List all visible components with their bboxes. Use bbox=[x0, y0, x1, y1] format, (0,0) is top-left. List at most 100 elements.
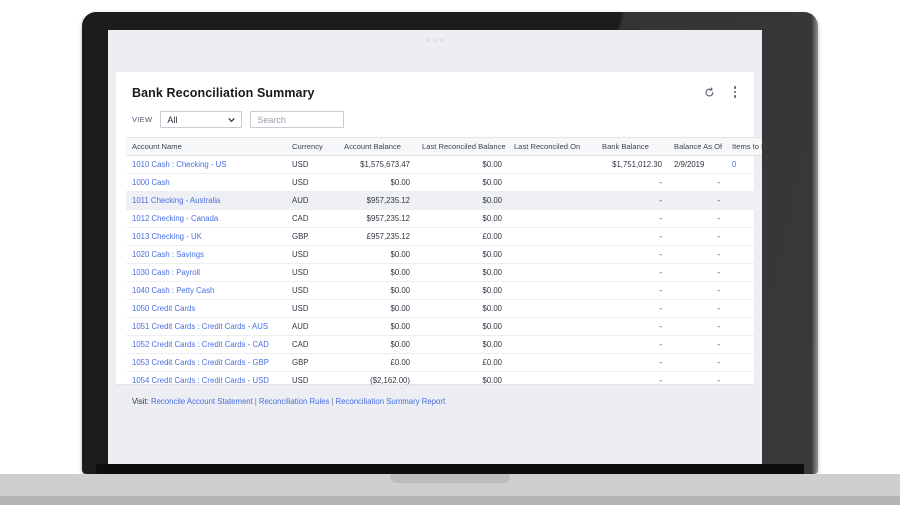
cell-items-to-match: - bbox=[726, 371, 762, 390]
cell-balance-as-of-text: - bbox=[717, 214, 720, 223]
cell-currency-text: CAD bbox=[292, 214, 309, 223]
cell-currency-text: AUD bbox=[292, 322, 309, 331]
cell-account-name-text[interactable]: 1054 Credit Cards : Credit Cards - USD bbox=[132, 376, 269, 385]
cell-currency: USD bbox=[286, 173, 338, 192]
cell-account-name-text[interactable]: 1013 Checking - UK bbox=[132, 232, 202, 241]
cell-account-name[interactable]: 1054 Credit Cards : Credit Cards - USD bbox=[126, 371, 286, 390]
table-row[interactable]: 1053 Credit Cards : Credit Cards - GBP GB… bbox=[126, 353, 762, 372]
table-header-row: Account Name Currency Account Balance La… bbox=[126, 137, 762, 156]
cell-account-balance: $0.00 bbox=[338, 173, 416, 192]
cell-account-name-text[interactable]: 1000 Cash bbox=[132, 178, 170, 187]
cell-last-reconciled-on bbox=[508, 371, 596, 390]
col-last-reconciled-on[interactable]: Last Reconciled On bbox=[508, 137, 596, 156]
cell-items-to-match[interactable]: 0 bbox=[726, 155, 762, 174]
col-last-reconciled-balance[interactable]: Last Reconciled Balance bbox=[416, 137, 508, 156]
cell-currency: GBP bbox=[286, 227, 338, 246]
cell-bank-balance: - bbox=[596, 299, 668, 318]
cell-bank-balance-text: - bbox=[659, 304, 662, 313]
table-row[interactable]: 1000 CashUSD$0.00$0.00--- bbox=[126, 173, 762, 192]
cell-balance-as-of: 2/9/2019 bbox=[668, 155, 726, 174]
table-row[interactable]: 1050 Credit CardsUSD$0.00$0.00--- bbox=[126, 299, 762, 318]
cell-account-name[interactable]: 1020 Cash : Savings bbox=[126, 245, 286, 264]
cell-balance-as-of-text: - bbox=[717, 196, 720, 205]
cell-account-name[interactable]: 1000 Cash bbox=[126, 173, 286, 192]
cell-account-name[interactable]: 1053 Credit Cards : Credit Cards - GBP bbox=[126, 353, 286, 372]
cell-account-balance-text: $0.00 bbox=[390, 340, 410, 349]
col-items-to-match[interactable]: Items to Match bbox=[726, 137, 762, 156]
cell-account-name[interactable]: 1040 Cash : Petty Cash bbox=[126, 281, 286, 300]
cell-balance-as-of-text: 2/9/2019 bbox=[674, 160, 705, 169]
cell-items-to-match: - bbox=[726, 173, 762, 192]
cell-account-name-text[interactable]: 1053 Credit Cards : Credit Cards - GBP bbox=[132, 358, 269, 367]
cell-account-name[interactable]: 1050 Credit Cards bbox=[126, 299, 286, 318]
cell-currency: USD bbox=[286, 263, 338, 282]
cell-currency: USD bbox=[286, 299, 338, 318]
table-row[interactable]: 1012 Checking - Canada CAD $957,235.12 $0.0… bbox=[126, 209, 762, 228]
cell-last-reconciled-on bbox=[508, 299, 596, 318]
cell-account-name-text[interactable]: 1050 Credit Cards bbox=[132, 304, 195, 313]
link-reconciliation-rules[interactable]: Reconciliation Rules bbox=[259, 397, 330, 406]
cell-balance-as-of: - bbox=[668, 281, 726, 300]
cell-account-balance: $0.00 bbox=[338, 317, 416, 336]
header-actions bbox=[702, 84, 742, 100]
cell-last-reconciled-balance: $0.00 bbox=[416, 245, 508, 264]
cell-account-name[interactable]: 1012 Checking - Canada bbox=[126, 209, 286, 228]
view-select[interactable]: All bbox=[160, 111, 243, 128]
cell-account-name[interactable]: 1052 Credit Cards : Credit Cards - CAD bbox=[126, 335, 286, 354]
kebab-menu-icon[interactable] bbox=[728, 84, 742, 100]
cell-account-name-text[interactable]: 1030 Cash : Payroll bbox=[132, 268, 200, 277]
table-row[interactable]: 1013 Checking - UKGBP£957,235.12£0.00--- bbox=[126, 227, 762, 246]
cell-last-reconciled-balance-text: $0.00 bbox=[482, 304, 502, 313]
cell-account-name[interactable]: 1011 Checking - Australia bbox=[126, 191, 286, 210]
cell-account-name-text[interactable]: 1010 Cash : Checking - US bbox=[132, 160, 226, 169]
refresh-icon[interactable] bbox=[702, 84, 716, 100]
cell-items-to-match-text[interactable]: 0 bbox=[732, 160, 736, 169]
cell-account-name[interactable]: 1010 Cash : Checking - US bbox=[126, 155, 286, 174]
cell-last-reconciled-on bbox=[508, 173, 596, 192]
col-balance-as-of[interactable]: Balance As Of bbox=[668, 137, 726, 156]
link-reconciliation-summary-report[interactable]: Reconciliation Summary Report bbox=[336, 397, 446, 406]
cell-last-reconciled-balance-text: $0.00 bbox=[482, 250, 502, 259]
table-row[interactable]: 1010 Cash : Checking - US USD $1,575,673.4… bbox=[126, 155, 762, 174]
table-row[interactable]: 1011 Checking - Australia AUD $957,235.12 $… bbox=[126, 191, 762, 210]
col-account-name[interactable]: Account Name bbox=[126, 137, 286, 156]
table-row[interactable]: 1054 Credit Cards : Credit Cards - USD US… bbox=[126, 371, 762, 390]
table-row[interactable]: 1051 Credit Cards : Credit Cards - AUS AU… bbox=[126, 317, 762, 336]
view-label: VIEW bbox=[132, 115, 153, 124]
cell-account-name-text[interactable]: 1012 Checking - Canada bbox=[132, 214, 218, 223]
link-reconcile-account-statement[interactable]: Reconcile Account Statement bbox=[151, 397, 253, 406]
col-currency[interactable]: Currency bbox=[286, 137, 338, 156]
cell-balance-as-of-text: - bbox=[717, 232, 720, 241]
col-account-balance[interactable]: Account Balance bbox=[338, 137, 416, 156]
table-row[interactable]: 1030 Cash : PayrollUSD$0.00$0.00--- bbox=[126, 263, 762, 282]
cell-account-name-text[interactable]: 1052 Credit Cards : Credit Cards - CAD bbox=[132, 340, 269, 349]
cell-account-name-text[interactable]: 1051 Credit Cards : Credit Cards - AUS bbox=[132, 322, 268, 331]
cell-account-name-text[interactable]: 1020 Cash : Savings bbox=[132, 250, 204, 259]
cell-account-balance-text: ($2,162.00) bbox=[370, 376, 410, 385]
cell-currency-text: CAD bbox=[292, 340, 309, 349]
cell-balance-as-of: - bbox=[668, 371, 726, 390]
cell-account-name[interactable]: 1051 Credit Cards : Credit Cards - AUS bbox=[126, 317, 286, 336]
cell-balance-as-of: - bbox=[668, 209, 726, 228]
table-row[interactable]: 1052 Credit Cards : Credit Cards - CAD CA… bbox=[126, 335, 762, 354]
cell-currency-text: GBP bbox=[292, 358, 309, 367]
table-row[interactable]: 1040 Cash : Petty CashUSD$0.00$0.00--- bbox=[126, 281, 762, 300]
cell-account-balance: $1,575,673.47 bbox=[338, 155, 416, 174]
cell-account-name-text[interactable]: 1011 Checking - Australia bbox=[132, 196, 220, 205]
cell-last-reconciled-balance-text: $0.00 bbox=[482, 376, 502, 385]
cell-balance-as-of-text: - bbox=[717, 358, 720, 367]
cell-bank-balance: - bbox=[596, 209, 668, 228]
col-bank-balance[interactable]: Bank Balance bbox=[596, 137, 668, 156]
cell-account-name[interactable]: 1030 Cash : Payroll bbox=[126, 263, 286, 282]
cell-account-name-text[interactable]: 1040 Cash : Petty Cash bbox=[132, 286, 214, 295]
cell-currency-text: AUD bbox=[292, 196, 309, 205]
table-container: Account Name Currency Account Balance La… bbox=[116, 137, 762, 390]
toolbar: VIEW All Search bbox=[116, 100, 754, 137]
footer-links: Visit: Reconcile Account Statement | Recon… bbox=[116, 390, 754, 416]
cell-bank-balance: - bbox=[596, 335, 668, 354]
cell-account-balance-text: $0.00 bbox=[390, 304, 410, 313]
cell-last-reconciled-balance: £0.00 bbox=[416, 227, 508, 246]
table-row[interactable]: 1020 Cash : SavingsUSD$0.00$0.00--- bbox=[126, 245, 762, 264]
search-input[interactable]: Search bbox=[250, 111, 345, 128]
cell-account-name[interactable]: 1013 Checking - UK bbox=[126, 227, 286, 246]
